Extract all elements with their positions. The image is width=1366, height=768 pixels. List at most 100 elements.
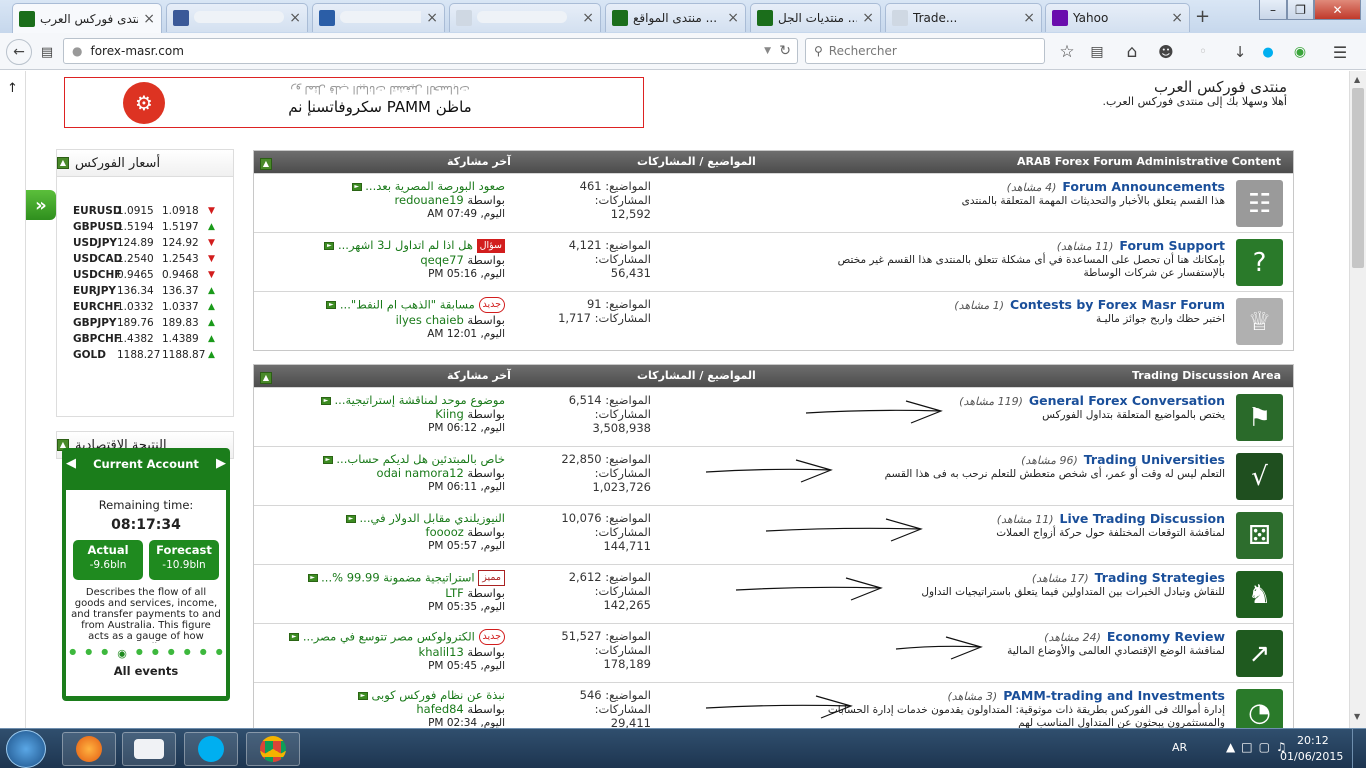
language-indicator[interactable]: AR (1172, 741, 1187, 754)
tab-close-icon[interactable]: × (862, 10, 874, 26)
go-to-post-icon[interactable]: ► (289, 633, 300, 641)
download-icon[interactable]: ↓ (1227, 39, 1253, 65)
all-events-link[interactable]: All events (114, 664, 178, 678)
go-to-post-icon[interactable]: ► (324, 241, 335, 250)
last-post-author[interactable]: Kiing (435, 407, 464, 421)
minimize-button[interactable]: – (1259, 0, 1287, 20)
forum-name-line: Live Trading Discussion (11 مشاهد) (997, 511, 1225, 526)
url-bar[interactable]: ● forex-masr.com ▼ ↻ (63, 38, 798, 64)
bookmark-star-icon[interactable]: ☆ (1054, 39, 1080, 65)
go-to-post-icon[interactable]: ► (322, 455, 333, 464)
reload-icon[interactable]: ↻ (779, 43, 791, 59)
go-to-post-icon[interactable]: ► (320, 396, 331, 405)
new-tab-button[interactable]: + (1195, 6, 1210, 27)
go-to-post-icon[interactable]: ► (351, 182, 362, 191)
last-post-author[interactable]: redouane19 (395, 193, 464, 207)
last-post-author[interactable]: fooooz (426, 525, 464, 539)
forum-link[interactable]: Forum Announcements (1062, 179, 1225, 194)
last-post-title[interactable]: النيوزيلندي مقابل الدولار في... (360, 511, 505, 525)
sidebar-toggle-icon[interactable]: ▤ (34, 39, 60, 65)
last-post-title[interactable]: هل اذا لم اتداول لـ3 اشهر... (338, 238, 473, 252)
collapse-section-icon[interactable]: ▲ (260, 156, 272, 170)
taskbar-app[interactable] (122, 732, 176, 766)
taskbar-skype[interactable] (184, 732, 238, 766)
menu-icon[interactable]: ☰ (1327, 39, 1353, 65)
scroll-thumb[interactable] (1352, 88, 1364, 268)
addon-icon[interactable]: ◉ (1287, 39, 1313, 65)
show-desktop-button[interactable] (1352, 729, 1366, 768)
pamm-banner[interactable]: ⚙ رو لمثل قلب البيانات لتشغيل الحسابات س… (64, 77, 644, 128)
forum-link[interactable]: General Forex Conversation (1029, 393, 1225, 408)
powered-by-text[interactable]: Powered by InstaForex (62, 686, 230, 697)
home-icon[interactable]: ⌂ (1119, 39, 1145, 65)
go-to-post-icon[interactable]: ► (357, 691, 368, 700)
start-button[interactable] (6, 730, 46, 768)
section-title[interactable]: ARAB Forex Forum Administrative Content (1017, 155, 1281, 168)
up-arrow-icon[interactable]: ↑ (7, 81, 18, 96)
last-post-title[interactable]: نبذة عن نظام فوركس كوبى (371, 688, 505, 702)
tab-close-icon[interactable]: × (582, 10, 594, 26)
back-button[interactable]: ← (6, 39, 32, 65)
maximize-button[interactable]: ❐ (1287, 0, 1314, 20)
last-post-title[interactable]: استراتيجية مضمونة 99.99 %... (321, 571, 474, 585)
clock-time[interactable]: 20:12 (1297, 734, 1329, 747)
vertical-scrollbar[interactable]: ▲ ▼ (1349, 71, 1366, 728)
tab-7[interactable]: Yahoo × (1045, 3, 1190, 32)
tab-1[interactable]: × (166, 3, 308, 32)
tab-0[interactable]: منتدى فوركس العرب × (12, 3, 162, 34)
tab-2[interactable]: × (312, 3, 445, 32)
last-post-author[interactable]: hafed84 (416, 702, 463, 716)
last-post-title[interactable]: خاص بالمبتدئين هل لديكم حساب... (336, 452, 505, 466)
forum-link[interactable]: Contests by Forex Masr Forum (1010, 297, 1225, 312)
tab-close-icon[interactable]: × (1171, 10, 1183, 26)
search-input[interactable]: ⚲ Rechercher (805, 38, 1045, 64)
tab-close-icon[interactable]: × (289, 10, 301, 26)
tab-close-icon[interactable]: × (143, 11, 155, 27)
close-window-button[interactable]: ✕ (1314, 0, 1361, 20)
forum-link[interactable]: Trading Strategies (1095, 570, 1225, 585)
last-post-title[interactable]: الكترولوكس مصر تتوسع في مصر... (303, 630, 475, 644)
tab-close-icon[interactable]: × (426, 10, 438, 26)
dropdown-arrow-icon[interactable]: ▼ (764, 46, 771, 56)
forum-link[interactable]: PAMM-trading and Investments (1003, 688, 1225, 703)
last-post-title[interactable]: صعود البورصة المصرية بعد... (365, 179, 505, 193)
collapse-section-icon[interactable]: ▲ (260, 370, 272, 384)
tab-6[interactable]: Trade... × (885, 3, 1042, 32)
shield-icon[interactable]: ◦ (1190, 39, 1216, 65)
scroll-up-icon[interactable]: ▲ (1354, 75, 1360, 84)
section-title[interactable]: Trading Discussion Area (1132, 369, 1281, 382)
collapse-toggle-icon[interactable]: ▲ (57, 157, 69, 169)
forum-link[interactable]: Economy Review (1107, 629, 1225, 644)
prev-event-icon[interactable]: ◀ (66, 456, 76, 471)
tab-4[interactable]: منتدى المواقع ... × (605, 3, 746, 32)
tab-5[interactable]: منتديات الجل ... × (750, 3, 881, 32)
forum-link[interactable]: Forum Support (1119, 238, 1225, 253)
skype-icon[interactable]: ● (1255, 39, 1281, 65)
tab-close-icon[interactable]: × (727, 10, 739, 26)
taskbar-chrome[interactable] (246, 732, 300, 766)
topics-label: المواضيع: (605, 297, 651, 311)
clock-date[interactable]: 01/06/2015 (1280, 750, 1343, 763)
last-post-author[interactable]: ilyes chaieb (396, 313, 464, 327)
reading-list-icon[interactable]: ▤ (1084, 39, 1110, 65)
tab-3[interactable]: × (449, 3, 601, 32)
last-post-author[interactable]: qeqe77 (420, 253, 463, 267)
last-post-title[interactable]: مسابقة "الذهب ام النفط"... (340, 298, 475, 312)
smiley-icon[interactable]: ☻ (1153, 39, 1179, 65)
expand-sidebar-button[interactable]: » (26, 190, 56, 220)
taskbar-firefox[interactable] (62, 732, 116, 766)
last-post-title[interactable]: موضوع موحد لمناقشة إستراتيجية... (335, 393, 505, 407)
globe-icon: ● (72, 44, 83, 58)
tab-close-icon[interactable]: × (1023, 10, 1035, 26)
go-to-post-icon[interactable]: ► (307, 574, 318, 582)
forum-row: ⚑ General Forex Conversation (119 مشاهد) يخ… (254, 387, 1293, 446)
forum-link[interactable]: Live Trading Discussion (1060, 511, 1225, 526)
last-post-author[interactable]: odai namora12 (377, 466, 464, 480)
scroll-down-icon[interactable]: ▼ (1354, 712, 1360, 721)
next-event-icon[interactable]: ▶ (216, 456, 226, 471)
go-to-post-icon[interactable]: ► (345, 514, 356, 523)
forum-link[interactable]: Trading Universities (1084, 452, 1225, 467)
last-post-author[interactable]: LTF (445, 586, 463, 600)
last-post-author[interactable]: khalil13 (419, 645, 464, 659)
go-to-post-icon[interactable]: ► (326, 301, 337, 309)
